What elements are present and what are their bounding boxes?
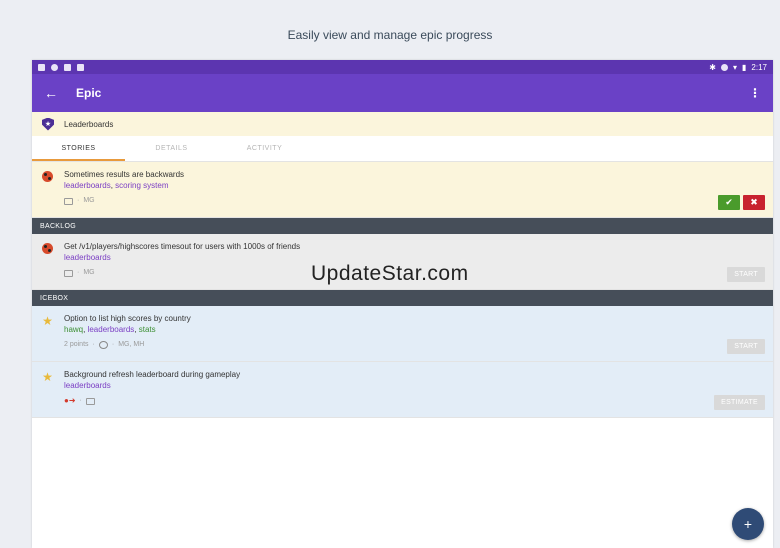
- label-scoring-system[interactable]: scoring system: [115, 181, 168, 190]
- estimate-button[interactable]: ESTIMATE: [714, 395, 765, 410]
- story-actions: START: [727, 267, 765, 282]
- start-button[interactable]: START: [727, 339, 765, 354]
- epic-header: ★ Leaderboards: [32, 112, 773, 136]
- tab-activity[interactable]: ACTIVITY: [218, 136, 311, 161]
- label-leaderboards[interactable]: leaderboards: [64, 181, 111, 190]
- blocker-icon: ●➜: [64, 396, 76, 405]
- epic-shield-icon: ★: [42, 117, 54, 131]
- dnd-icon: [721, 63, 728, 71]
- more-vertical-icon[interactable]: ⋮: [749, 86, 761, 100]
- label-hawq[interactable]: hawq: [64, 325, 83, 334]
- bug-icon: [41, 170, 54, 183]
- epic-name: Leaderboards: [64, 119, 114, 129]
- battery-icon: ▮: [742, 62, 747, 72]
- story-title: Get /v1/players/highscores timesout for …: [64, 242, 301, 251]
- owners-icon: [98, 341, 108, 349]
- start-button[interactable]: START: [727, 267, 765, 282]
- label-stats[interactable]: stats: [139, 325, 156, 334]
- story-owners: MG: [83, 269, 95, 276]
- tab-details[interactable]: DETAILS: [125, 136, 218, 161]
- story-labels: leaderboards, scoring system: [64, 181, 169, 190]
- play-notification-icon: [77, 63, 84, 71]
- story-actions: ESTIMATE: [714, 395, 765, 410]
- reject-button[interactable]: ✖: [743, 195, 765, 210]
- story-points: 2 points: [64, 341, 89, 348]
- story-owners: MG: [83, 197, 95, 204]
- star-icon: ★: [42, 369, 53, 384]
- label-leaderboards[interactable]: leaderboards: [64, 381, 111, 390]
- empty-list-area: [32, 418, 773, 546]
- story-title: Sometimes results are backwards: [64, 170, 185, 179]
- app-bar: ← Epic ⋮: [32, 74, 773, 112]
- story-actions: START: [727, 339, 765, 354]
- story-labels: leaderboards: [64, 380, 773, 391]
- comment-icon: [64, 269, 73, 277]
- accept-button[interactable]: ✔: [718, 195, 740, 210]
- comment-icon: [64, 197, 73, 205]
- story-meta: ●➜ ·: [64, 396, 773, 406]
- image-notification-icon: [38, 63, 45, 71]
- story-title: Background refresh leaderboard during ga…: [64, 370, 241, 379]
- story-title: Option to list high scores by country: [64, 314, 191, 323]
- clock: 2:17: [751, 62, 767, 72]
- device-notification-icon: [64, 63, 71, 71]
- plus-icon: +: [743, 516, 753, 532]
- arrow-left-icon[interactable]: ←: [44, 85, 64, 101]
- story-meta: · MG: [64, 196, 773, 206]
- tab-bar: STORIES DETAILS ACTIVITY: [32, 136, 773, 162]
- story-card-icebox-2[interactable]: ★ Background refresh leaderboard during …: [32, 362, 773, 418]
- status-bar: ✱ ▾ ▮ 2:17: [32, 60, 773, 74]
- star-icon: ★: [42, 313, 53, 328]
- story-meta: 2 points · · MG, MH: [64, 341, 145, 349]
- wifi-icon: ▾: [733, 62, 738, 72]
- watermark: UpdateStar.com: [311, 262, 469, 285]
- story-actions: ✔ ✖: [718, 195, 765, 210]
- label-leaderboards[interactable]: leaderboards: [88, 325, 135, 334]
- add-story-button[interactable]: +: [732, 508, 764, 540]
- icebox-header: ICEBOX: [32, 290, 773, 306]
- sync-notification-icon: [51, 63, 58, 71]
- label-leaderboards[interactable]: leaderboards: [64, 253, 111, 262]
- story-card-icebox-1[interactable]: ★ Option to list high scores by country …: [32, 306, 773, 362]
- backlog-header: BACKLOG: [32, 218, 773, 234]
- story-owners: MG, MH: [118, 341, 145, 348]
- bug-icon: [41, 242, 54, 255]
- tablet-screen: ✱ ▾ ▮ 2:17 ← Epic ⋮ ★ Leaderboards STORI…: [32, 60, 773, 548]
- page-caption: Easily view and manage epic progress: [287, 28, 493, 42]
- story-labels: hawq, leaderboards, stats: [64, 325, 156, 334]
- comment-icon: [85, 397, 95, 405]
- page-title: Epic: [76, 86, 102, 100]
- bluetooth-icon: ✱: [709, 62, 716, 72]
- story-card-accepted[interactable]: Sometimes results are backwards leaderbo…: [32, 162, 773, 218]
- tab-stories[interactable]: STORIES: [32, 136, 125, 161]
